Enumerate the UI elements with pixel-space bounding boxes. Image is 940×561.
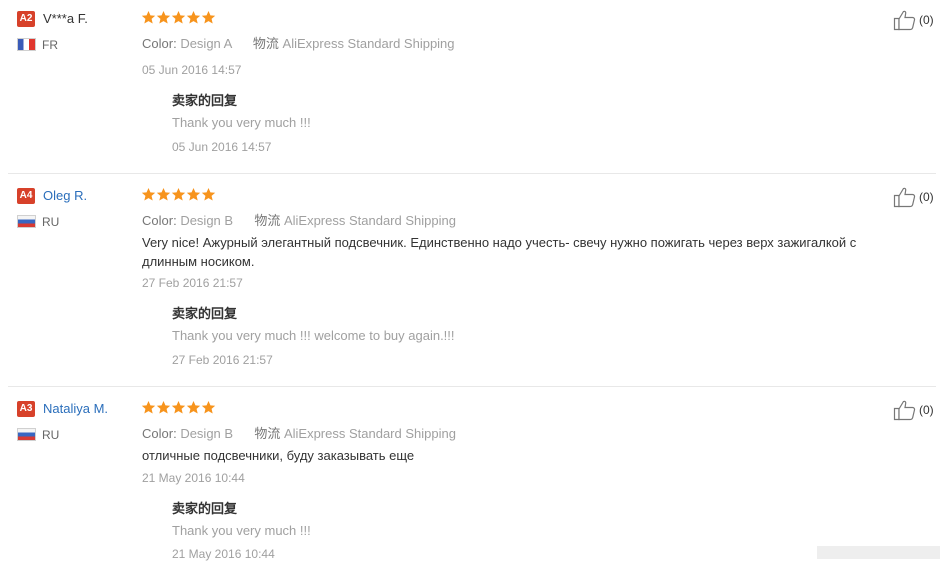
star-icon: [201, 400, 216, 414]
helpful-count: (0): [919, 190, 934, 204]
star-icon: [186, 187, 201, 201]
russia-flag-icon: [17, 215, 36, 228]
seller-reply-date: 05 Jun 2016 14:57: [172, 140, 272, 154]
helpful-button[interactable]: (0): [893, 186, 934, 208]
review-date: 21 May 2016 10:44: [142, 471, 245, 485]
thumbs-up-icon: [893, 10, 916, 31]
helpful-count: (0): [919, 13, 934, 27]
shipping-key: 物流: [254, 426, 281, 441]
seller-reply-title: 卖家的回复: [172, 306, 238, 321]
helpful-button[interactable]: (0): [893, 399, 934, 421]
buyer-level-badge: A4: [17, 188, 35, 204]
shipping-key: 物流: [252, 36, 279, 51]
star-icon: [201, 187, 216, 201]
review-date: 05 Jun 2016 14:57: [142, 63, 242, 77]
seller-reply-title: 卖家的回复: [172, 501, 238, 516]
color-key: Color:: [142, 426, 177, 441]
star-icon: [156, 400, 171, 414]
thumbs-up-icon: [893, 400, 916, 421]
order-info: Color: Design B 物流 AliExpress Standard S…: [142, 423, 456, 442]
buyer-name-link[interactable]: Oleg R.: [43, 188, 87, 203]
seller-reply-text: Thank you very much !!!: [172, 115, 311, 130]
russia-flag-icon: [17, 428, 36, 441]
seller-reply-text: Thank you very much !!! welcome to buy a…: [172, 328, 455, 343]
seller-reply-title: 卖家的回复: [172, 93, 238, 108]
color-value: Design B: [180, 426, 234, 441]
star-icon: [141, 187, 156, 201]
color-key: Color:: [142, 36, 177, 51]
seller-reply-text: Thank you very much !!!: [172, 523, 311, 538]
order-info: Color: Design A 物流 AliExpress Standard S…: [142, 33, 455, 52]
buyer-country: FR: [42, 38, 58, 52]
shipping-value: AliExpress Standard Shipping: [283, 213, 456, 228]
star-icon: [156, 10, 171, 24]
divider: [8, 173, 936, 174]
divider: [8, 386, 936, 387]
star-icon: [186, 10, 201, 24]
star-rating: [141, 10, 216, 26]
helpful-button[interactable]: (0): [893, 9, 934, 31]
buyer-country: RU: [42, 215, 60, 229]
star-icon: [186, 400, 201, 414]
star-icon: [171, 400, 186, 414]
shipping-value: AliExpress Standard Shipping: [282, 36, 455, 51]
helpful-count: (0): [919, 403, 934, 417]
shipping-key: 物流: [254, 213, 281, 228]
color-value: Design B: [180, 213, 234, 228]
buyer-country: RU: [42, 428, 60, 442]
star-rating: [141, 400, 216, 416]
thumbs-up-icon: [893, 187, 916, 208]
star-icon: [156, 187, 171, 201]
star-rating: [141, 187, 216, 203]
review-text: отличные подсвечники, буду заказывать ещ…: [142, 448, 415, 463]
buyer-name-link[interactable]: Nataliya M.: [43, 401, 108, 416]
horizontal-scrollbar[interactable]: [817, 546, 940, 559]
star-icon: [141, 10, 156, 24]
color-value: Design A: [180, 36, 232, 51]
star-icon: [171, 187, 186, 201]
buyer-name: V***a F.: [43, 11, 88, 26]
star-icon: [201, 10, 216, 24]
color-key: Color:: [142, 213, 177, 228]
buyer-level-badge: A3: [17, 401, 35, 417]
shipping-value: AliExpress Standard Shipping: [283, 426, 456, 441]
review-text: Very nice! Ажурный элегантный подсвечник…: [142, 235, 857, 269]
star-icon: [141, 400, 156, 414]
order-info: Color: Design B 物流 AliExpress Standard S…: [142, 210, 456, 229]
review-date: 27 Feb 2016 21:57: [142, 276, 243, 290]
star-icon: [171, 10, 186, 24]
france-flag-icon: [17, 38, 36, 51]
seller-reply-date: 27 Feb 2016 21:57: [172, 353, 273, 367]
buyer-level-badge: A2: [17, 11, 35, 27]
